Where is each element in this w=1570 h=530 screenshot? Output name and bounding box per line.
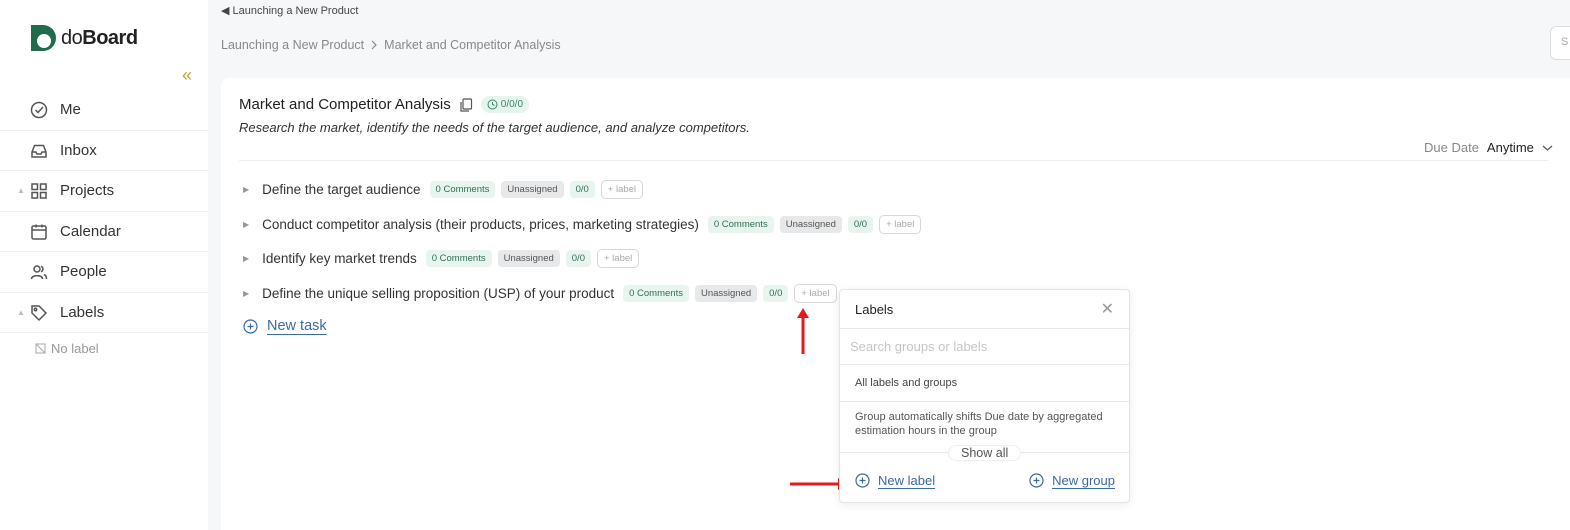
show-all-button[interactable]: Show all [948, 445, 1022, 461]
task-name[interactable]: Identify key market trends [262, 251, 417, 266]
sidebar-item-label: Projects [60, 182, 115, 200]
task-name[interactable]: Define the unique selling proposition (U… [262, 286, 614, 301]
new-task-label: New task [267, 318, 327, 334]
new-task-button[interactable]: New task [243, 318, 327, 334]
check-circle-icon [30, 101, 48, 119]
labels-search-input[interactable] [850, 339, 1119, 354]
add-label-button[interactable]: + label [879, 215, 922, 234]
close-icon[interactable]: ✕ [1101, 299, 1114, 319]
expand-task-icon[interactable]: ▶ [243, 220, 249, 229]
plus-circle-icon [855, 473, 870, 488]
progress-badge: 0/0 [569, 181, 595, 198]
comments-badge[interactable]: 0 Comments [707, 216, 774, 233]
labels-popup: Labels ✕ All labels and groups Group aut… [839, 289, 1130, 503]
task-row[interactable]: ▶ Define the target audience 0 Comments … [243, 180, 644, 199]
chevron-right-icon [371, 40, 378, 50]
collapse-sidebar-icon[interactable]: « [182, 66, 192, 84]
task-name[interactable]: Conduct competitor analysis (their produ… [262, 217, 699, 232]
plus-circle-icon [1029, 473, 1044, 488]
new-label-button[interactable]: New label [855, 473, 935, 488]
sidebar-item-inbox[interactable]: Inbox [0, 131, 208, 171]
copy-icon[interactable] [459, 97, 473, 112]
assignee-badge[interactable]: Unassigned [779, 216, 842, 233]
sidebar-item-label: Inbox [60, 141, 97, 159]
progress-badge: 0/0 [847, 216, 874, 233]
sidebar-item-label: Labels [60, 303, 105, 321]
top-search-input[interactable]: S [1550, 26, 1570, 60]
assignee-badge[interactable]: Unassigned [497, 250, 560, 267]
task-row[interactable]: ▶ Conduct competitor analysis (their pro… [243, 215, 922, 234]
tag-icon [31, 304, 48, 321]
sidebar-item-label: Me [60, 101, 81, 119]
labels-popup-footer: New label New group [855, 473, 1115, 488]
expand-task-icon[interactable]: ▶ [243, 185, 249, 194]
no-label-text: No label [51, 341, 99, 356]
board-title-row: Market and Competitor Analysis 0/0/0 [239, 96, 530, 113]
comments-badge[interactable]: 0 Comments [425, 250, 492, 267]
new-group-button[interactable]: New group [1029, 473, 1115, 488]
sidebar-item-people[interactable]: People [0, 252, 208, 293]
add-label-button[interactable]: + label [596, 249, 640, 268]
app-logo[interactable]: doBoard [30, 24, 138, 52]
progress-badge: 0/0 [565, 250, 591, 267]
sidebar-nav: Me Inbox ▲ Projects Calendar People ▲ La… [0, 90, 208, 333]
breadcrumb-item[interactable]: Launching a New Product [221, 38, 364, 52]
comments-badge[interactable]: 0 Comments [429, 181, 496, 198]
sidebar-item-label: Calendar [60, 222, 121, 240]
back-link[interactable]: ◀ Launching a New Product [221, 4, 358, 17]
annotation-arrow-up [797, 308, 809, 354]
task-name[interactable]: Define the target audience [262, 182, 420, 197]
logo-mark-icon [31, 25, 56, 51]
expand-caret-icon[interactable]: ▲ [17, 186, 25, 195]
labels-popup-header: Labels ✕ [840, 290, 1129, 329]
due-date-filter[interactable]: Due Date Anytime [1424, 140, 1553, 155]
time-badge: 0/0/0 [480, 96, 530, 113]
task-row[interactable]: ▶ Identify key market trends 0 Comments … [243, 249, 640, 268]
add-label-button[interactable]: + label [600, 180, 644, 199]
sidebar-item-projects[interactable]: ▲ Projects [0, 171, 208, 212]
expand-caret-icon[interactable]: ▲ [17, 308, 25, 317]
labels-popup-title: Labels [855, 301, 894, 317]
expand-task-icon[interactable]: ▶ [243, 254, 249, 263]
sidebar-item-no-label[interactable]: No label [35, 341, 99, 356]
due-date-label: Due Date [1424, 140, 1479, 155]
plus-circle-icon [243, 318, 258, 334]
calendar-icon [31, 224, 47, 240]
inbox-icon [31, 144, 47, 158]
due-date-value[interactable]: Anytime [1487, 140, 1534, 155]
new-group-text: New group [1052, 473, 1115, 488]
labels-search [840, 329, 1129, 365]
sidebar-item-calendar[interactable]: Calendar [0, 212, 208, 252]
board-description: Research the market, identify the needs … [239, 120, 750, 135]
divider [239, 160, 1548, 161]
add-label-button[interactable]: + label [794, 284, 837, 303]
page-title: Market and Competitor Analysis [239, 96, 451, 113]
logo-text: doBoard [61, 26, 138, 49]
clock-icon [487, 99, 498, 110]
breadcrumb-item[interactable]: Market and Competitor Analysis [384, 38, 560, 52]
sidebar: doBoard « Me Inbox ▲ Projects Calendar P… [0, 0, 208, 530]
grid-icon [31, 183, 47, 199]
sidebar-item-labels[interactable]: ▲ Labels [0, 293, 208, 333]
sidebar-item-me[interactable]: Me [0, 90, 208, 131]
no-label-icon [35, 343, 46, 354]
comments-badge[interactable]: 0 Comments [623, 285, 689, 302]
task-row[interactable]: ▶ Define the unique selling proposition … [243, 284, 837, 303]
people-icon [30, 265, 48, 280]
new-label-text: New label [878, 473, 936, 488]
breadcrumb: Launching a New Product Market and Compe… [221, 38, 561, 52]
progress-badge: 0/0 [763, 285, 789, 302]
chevron-down-icon[interactable] [1542, 144, 1553, 152]
assignee-badge[interactable]: Unassigned [501, 181, 564, 198]
all-labels-item[interactable]: All labels and groups [840, 365, 1129, 402]
assignee-badge[interactable]: Unassigned [694, 285, 758, 302]
sidebar-item-label: People [60, 263, 107, 281]
expand-task-icon[interactable]: ▶ [243, 289, 249, 298]
